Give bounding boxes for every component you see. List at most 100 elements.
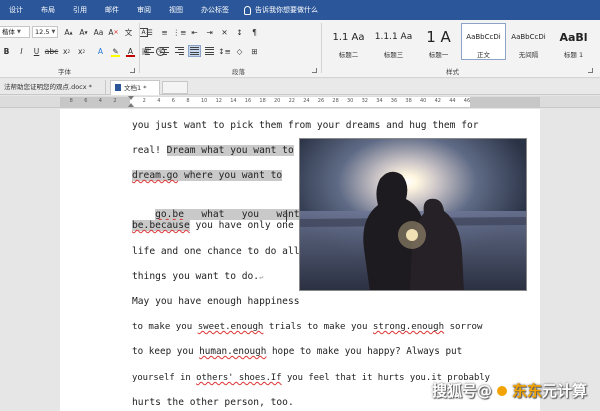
font-color-button[interactable]: A [124, 45, 137, 57]
change-case-button[interactable]: Aa [92, 26, 105, 38]
ribbon-tab-bar: 设计 布局 引用 邮件 审阅 视图 办公标签 告诉我你想要做什么 [0, 0, 600, 20]
doc-tab-1[interactable]: 法帮助您证明您的观点.docx * [0, 80, 106, 95]
justify-icon[interactable] [188, 45, 201, 57]
style-sample: 1.1 Aa [332, 31, 365, 43]
ruler-number: 42 [434, 98, 441, 104]
sort-icon[interactable]: ↕ [233, 26, 246, 38]
selected-text: where you want to [178, 170, 283, 181]
ruler-number: 30 [347, 98, 354, 104]
text-line: to make you sweet.enough trials to make … [132, 320, 482, 334]
decrease-indent-icon[interactable]: ⇤ [188, 26, 201, 38]
underline-button[interactable]: U [30, 45, 43, 57]
style-heading-3[interactable]: 1.1.1 Aa 标题三 [371, 23, 416, 60]
sohu-logo-icon [495, 384, 510, 398]
font-size-dropdown[interactable]: 12.5 ▼ [32, 26, 58, 38]
text-run: to keep you [132, 346, 200, 357]
line-spacing-icon[interactable]: ↕≡ [218, 45, 231, 57]
ruler-number: 28 [332, 98, 339, 104]
ruler-number: 4 [98, 98, 102, 104]
ruler-number: 20 [274, 98, 281, 104]
shrink-font-button[interactable]: A ▼ [77, 26, 90, 38]
watermark-suffix: 元计算 [542, 382, 588, 400]
tell-me-box[interactable]: 告诉我你想要做什么 [244, 5, 318, 15]
ruler-text-area [130, 97, 470, 107]
ruler-number: 12 [215, 98, 222, 104]
show-marks-icon[interactable]: ¶ [248, 26, 261, 38]
tab-references[interactable]: 引用 [64, 0, 96, 20]
ruler-number: 26 [317, 98, 325, 104]
ruler-right-margin [470, 97, 540, 107]
text-line: be.because you have only one [132, 219, 294, 233]
tab-design[interactable]: 设计 [0, 0, 32, 20]
style-no-spacing[interactable]: AaBbCcDi 无间隔 [506, 23, 551, 60]
text-line: hurts the other person, too. [132, 396, 294, 410]
grow-font-button[interactable]: A ▲ [62, 26, 75, 38]
ruler-number: 2 [113, 98, 117, 104]
group-separator [139, 23, 140, 73]
watermark-name: 东东 [512, 382, 543, 400]
font-dialog-launcher[interactable] [130, 68, 135, 73]
ruler-number: 24 [303, 98, 310, 104]
hanging-indent-marker[interactable] [128, 103, 134, 107]
ruler-number: 10 [201, 98, 208, 104]
ruler-number: 6 [171, 98, 175, 104]
tab-view[interactable]: 视图 [160, 0, 192, 20]
styles-dialog-launcher[interactable] [588, 68, 593, 73]
increase-indent-icon[interactable]: ⇥ [203, 26, 216, 38]
watermark-prefix: 搜狐号@ [432, 382, 493, 400]
chinese-layout-icon[interactable]: ✕ [218, 26, 231, 38]
align-right-icon[interactable] [173, 45, 186, 57]
text-run: others' shoes.If [196, 373, 282, 383]
text-run: you have only one [189, 220, 294, 231]
italic-button[interactable]: I [15, 45, 28, 57]
multilevel-list-icon[interactable]: ⋮≡ [173, 26, 187, 38]
ruler-number: 8 [186, 98, 190, 104]
text-run: to make you [132, 322, 198, 332]
bullets-icon[interactable]: ☰ [143, 26, 156, 38]
couple-sunset-image [300, 139, 526, 290]
bold-button[interactable]: B [0, 45, 13, 57]
text-run: trials to make you [263, 322, 373, 332]
style-sample: AaBl [559, 30, 588, 44]
font-color-swatch [126, 55, 135, 57]
document-tab-bar: 法帮助您证明您的观点.docx * 文档1 * [0, 79, 600, 95]
ruler-number: 2 [142, 98, 146, 104]
align-center-icon[interactable] [158, 45, 171, 57]
subscript-button[interactable]: x2 [60, 45, 73, 57]
numbering-icon[interactable]: ≡ [158, 26, 171, 38]
doc-tab-2[interactable]: 文档1 * [110, 80, 160, 95]
shading-icon[interactable]: ◇ [233, 45, 246, 57]
text-run: real! [132, 145, 167, 156]
align-left-icon[interactable] [143, 45, 156, 57]
chevron-down-icon: ▼ [17, 29, 21, 35]
ruler-number: 14 [230, 98, 237, 104]
borders-icon[interactable]: ⊞ [248, 45, 261, 57]
text-line: life and one chance to do all the [132, 245, 323, 259]
style-heading-2[interactable]: 1.1 Aa 标题二 [326, 23, 371, 60]
paragraph-dialog-launcher[interactable] [312, 68, 317, 73]
new-tab-button[interactable] [162, 81, 188, 94]
style-heading-1-alt[interactable]: AaBl 标题 1 [551, 23, 596, 60]
text-run: sorrow [444, 322, 483, 332]
strikethrough-button[interactable]: abc [45, 45, 58, 57]
distributed-icon[interactable] [203, 45, 216, 57]
tab-office-tab[interactable]: 办公标签 [192, 0, 238, 20]
tab-review[interactable]: 审阅 [128, 0, 160, 20]
doc-tab-2-title: 文档1 * [124, 84, 147, 92]
style-heading-1[interactable]: 1 A 标题一 [416, 23, 461, 60]
ruler-number: 34 [376, 98, 383, 104]
superscript-button[interactable]: x2 [75, 45, 88, 57]
phonetic-guide-icon[interactable]: 文 [122, 26, 135, 38]
style-normal[interactable]: AaBbCcDi 正文 [461, 23, 506, 60]
text-effects-icon[interactable]: A [94, 45, 107, 57]
horizontal-ruler[interactable]: 8 6 4 2 2 4 6 8 10 12 14 16 18 20 22 24 26 28 30 32 34 36 38 40… [0, 96, 600, 108]
inserted-photo[interactable] [299, 138, 527, 291]
highlight-color-button[interactable]: ✎ [109, 45, 122, 57]
word-window: 设计 布局 引用 邮件 审阅 视图 办公标签 告诉我你想要做什么 楷体 ▼ 12… [0, 0, 600, 411]
first-line-indent-marker[interactable] [128, 96, 134, 100]
tab-layout[interactable]: 布局 [32, 0, 64, 20]
font-name-dropdown[interactable]: 楷体 ▼ [0, 26, 30, 38]
tab-mailings[interactable]: 邮件 [96, 0, 128, 20]
clear-formatting-icon[interactable]: A ✕ [107, 26, 120, 38]
font-name-value: 楷体 [2, 28, 15, 36]
